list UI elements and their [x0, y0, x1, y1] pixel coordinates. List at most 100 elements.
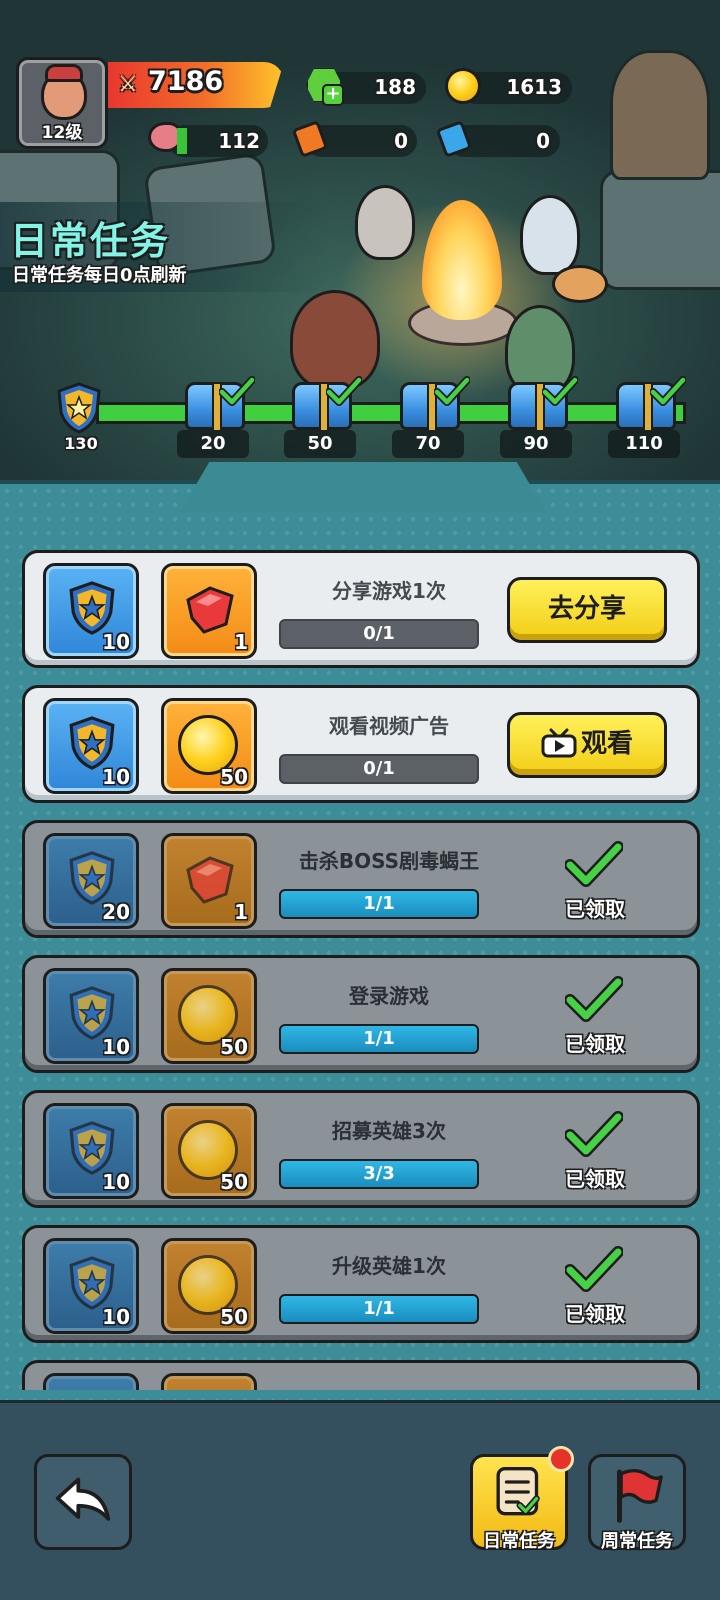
avatar-hat — [45, 64, 83, 82]
claimed-check-icon — [565, 1111, 623, 1157]
task-progress: 0/1 — [279, 754, 479, 784]
reward-count: 50 — [220, 765, 248, 789]
panel-tab-notch — [180, 462, 546, 512]
reward-item: 50 — [161, 1238, 257, 1334]
coin-icon — [445, 68, 481, 104]
milestone-value: 70 — [392, 430, 464, 458]
reward-item: 50 — [161, 1103, 257, 1199]
tab-daily-label: 日常任务 — [483, 1531, 555, 1552]
check-icon — [650, 376, 686, 406]
milestone-chest[interactable]: 50 — [284, 376, 362, 458]
crossed-swords-icon: ⚔ — [118, 72, 138, 97]
reward-count: 10 — [102, 1305, 130, 1329]
shield-icon — [69, 1256, 115, 1310]
task-progress: 3/3 — [279, 1159, 479, 1189]
claimed-status: 已领取 — [565, 1167, 625, 1191]
task-progress: 1/1 — [279, 1024, 479, 1054]
milestone-value: 90 — [500, 430, 572, 458]
red-flag-icon — [617, 1469, 663, 1523]
player-avatar[interactable]: 12级 — [16, 57, 108, 149]
task-card: 10 1 分享游戏1次 0/1 去分享 — [22, 550, 700, 668]
scenery-tree — [610, 50, 710, 180]
milestone-chest[interactable]: 70 — [392, 376, 470, 458]
share-button-label: 去分享 — [547, 594, 626, 624]
task-card: 10 50 登录游戏 1/1 已领取 — [22, 955, 700, 1073]
task-scroll-icon — [496, 1467, 540, 1516]
task-card: 20 1 击杀BOSS剧毒蝎王 1/1 已领取 — [22, 820, 700, 938]
check-icon — [542, 376, 578, 406]
red-gem-icon — [186, 586, 234, 634]
scenery-rock — [600, 170, 720, 290]
shield-icon — [69, 986, 115, 1040]
shield-icon — [69, 581, 115, 635]
page-subtitle: 日常任务每日0点刷新 — [12, 265, 187, 286]
shield-icon — [69, 1121, 115, 1175]
reward-item[interactable]: 1 — [161, 563, 257, 659]
reward-count: 1 — [234, 630, 248, 654]
reward-count: 10 — [102, 765, 130, 789]
reward-activity-points[interactable]: 10 — [43, 698, 139, 794]
claimed-check-icon — [565, 1246, 623, 1292]
stamina-value: 112 — [218, 129, 260, 153]
gem-value: 188 — [374, 75, 416, 99]
pet-dog — [552, 265, 608, 303]
check-icon — [434, 376, 470, 406]
reward-count: 10 — [102, 1170, 130, 1194]
tab-weekly-label: 周常任务 — [601, 1531, 673, 1552]
task-progress: 1/1 — [279, 889, 479, 919]
claimed-status: 已领取 — [565, 1302, 625, 1326]
task-list[interactable]: 10 1 分享游戏1次 0/1 去分享 10 50 观看视频广告 0/1 观看 … — [0, 540, 720, 1390]
task-card: 10 50 升级英雄1次 1/1 已领取 — [22, 1225, 700, 1343]
reward-activity-points: 10 — [43, 1103, 139, 1199]
milestone-value: 50 — [284, 430, 356, 458]
task-card: 10 50 招募英雄3次 3/3 已领取 — [22, 1090, 700, 1208]
hero-warrior — [290, 290, 380, 390]
task-name: 升级英雄1次 — [332, 1254, 446, 1278]
reward-count: 10 — [102, 1035, 130, 1059]
page-title: 日常任务 — [10, 219, 171, 263]
tab-weekly-tasks[interactable]: 周常任务 — [588, 1454, 686, 1552]
reward-count: 50 — [220, 1170, 248, 1194]
reward-count: 1 — [234, 900, 248, 924]
shield-icon — [69, 851, 115, 905]
stamina-fill — [177, 128, 187, 154]
share-button[interactable]: 去分享 — [507, 577, 667, 643]
task-name: 登录游戏 — [349, 984, 429, 1008]
reward-item: 50 — [161, 968, 257, 1064]
player-level: 12级 — [41, 123, 83, 143]
task-name: 击杀BOSS剧毒蝎王 — [298, 849, 480, 873]
reward-item[interactable]: 50 — [161, 698, 257, 794]
task-progress: 1/1 — [279, 1294, 479, 1324]
task-card: 10 50 观看视频广告 0/1 观看 — [22, 685, 700, 803]
claimed-status: 已领取 — [565, 897, 625, 921]
campfire-flame — [422, 200, 502, 320]
task-progress: 0/1 — [279, 619, 479, 649]
check-icon — [219, 376, 255, 406]
reward-count: 50 — [220, 1035, 248, 1059]
milestone-value: 20 — [177, 430, 249, 458]
reward-count: 50 — [220, 1305, 248, 1329]
reward-count: 20 — [102, 900, 130, 924]
add-gems-icon[interactable]: + — [322, 84, 344, 106]
watch-ad-button-label: 观看 — [580, 729, 633, 759]
combat-power-value: 7186 — [148, 66, 224, 97]
milestone-value: 110 — [608, 430, 680, 458]
milestone-chest[interactable]: 20 — [177, 376, 255, 458]
reward-activity-points: 20 — [43, 833, 139, 929]
coin-value: 1613 — [506, 75, 562, 99]
reward-item: 1 — [161, 833, 257, 929]
milestone-chest[interactable]: 110 — [608, 376, 686, 458]
claimed-status: 已领取 — [565, 1032, 625, 1056]
task-name: 招募英雄3次 — [332, 1119, 446, 1143]
reward-count: 10 — [102, 630, 130, 654]
check-icon — [326, 376, 362, 406]
activity-current-value: 130 — [64, 434, 98, 453]
back-button[interactable] — [34, 1454, 132, 1550]
reward-activity-points: 10 — [43, 1238, 139, 1334]
reward-activity-points[interactable]: 10 — [43, 563, 139, 659]
task-name: 观看视频广告 — [329, 714, 449, 738]
reward-activity-points: 10 — [43, 968, 139, 1064]
milestone-chest[interactable]: 90 — [500, 376, 578, 458]
notification-dot — [548, 1446, 574, 1472]
watch-ad-button[interactable]: 观看 — [507, 712, 667, 778]
